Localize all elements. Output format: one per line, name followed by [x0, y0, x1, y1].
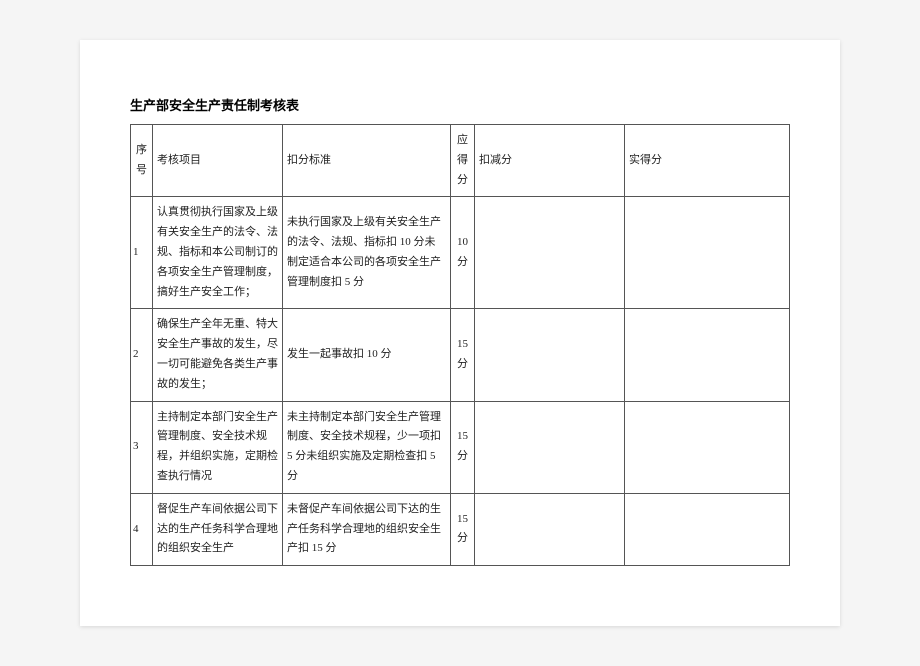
cell-actual [625, 493, 790, 565]
header-num: 序号 [131, 125, 153, 197]
cell-item: 确保生产全年无重、特大安全生产事故的发生，尽一切可能避免各类生产事故的发生； [153, 309, 283, 401]
cell-actual [625, 309, 790, 401]
cell-num: 1 [131, 197, 153, 309]
cell-actual [625, 197, 790, 309]
cell-item: 认真贯彻执行国家及上级有关安全生产的法令、法规、指标和本公司制订的各项安全生产管… [153, 197, 283, 309]
cell-deduct [475, 401, 625, 493]
header-deduct: 扣减分 [475, 125, 625, 197]
table-header-row: 序号 考核项目 扣分标准 应得分 扣减分 实得分 [131, 125, 790, 197]
cell-num: 4 [131, 493, 153, 565]
cell-deduct [475, 197, 625, 309]
cell-actual [625, 401, 790, 493]
document-page: 生产部安全生产责任制考核表 序号 考核项目 扣分标准 应得分 扣减分 实得分 1… [80, 40, 840, 626]
cell-score: 15分 [451, 493, 475, 565]
cell-score: 15分 [451, 309, 475, 401]
header-score: 应得分 [451, 125, 475, 197]
cell-deduct [475, 493, 625, 565]
cell-num: 2 [131, 309, 153, 401]
cell-criteria: 发生一起事故扣 10 分 [283, 309, 451, 401]
cell-score: 15分 [451, 401, 475, 493]
cell-score: 10分 [451, 197, 475, 309]
cell-criteria: 未督促产车间依据公司下达的生产任务科学合理地的组织安全生产扣 15 分 [283, 493, 451, 565]
table-row: 4 督促生产车间依据公司下达的生产任务科学合理地的组织安全生产 未督促产车间依据… [131, 493, 790, 565]
header-actual: 实得分 [625, 125, 790, 197]
table-row: 1 认真贯彻执行国家及上级有关安全生产的法令、法规、指标和本公司制订的各项安全生… [131, 197, 790, 309]
header-criteria: 扣分标准 [283, 125, 451, 197]
cell-item: 督促生产车间依据公司下达的生产任务科学合理地的组织安全生产 [153, 493, 283, 565]
assessment-table: 序号 考核项目 扣分标准 应得分 扣减分 实得分 1 认真贯彻执行国家及上级有关… [130, 124, 790, 566]
table-row: 3 主持制定本部门安全生产管理制度、安全技术规程，并组织实施，定期检查执行情况 … [131, 401, 790, 493]
table-row: 2 确保生产全年无重、特大安全生产事故的发生，尽一切可能避免各类生产事故的发生；… [131, 309, 790, 401]
cell-num: 3 [131, 401, 153, 493]
header-item: 考核项目 [153, 125, 283, 197]
cell-criteria: 未执行国家及上级有关安全生产的法令、法规、指标扣 10 分未制定适合本公司的各项… [283, 197, 451, 309]
page-title: 生产部安全生产责任制考核表 [130, 95, 790, 114]
cell-criteria: 未主持制定本部门安全生产管理制度、安全技术规程，少一项扣 5 分未组织实施及定期… [283, 401, 451, 493]
cell-item: 主持制定本部门安全生产管理制度、安全技术规程，并组织实施，定期检查执行情况 [153, 401, 283, 493]
cell-deduct [475, 309, 625, 401]
